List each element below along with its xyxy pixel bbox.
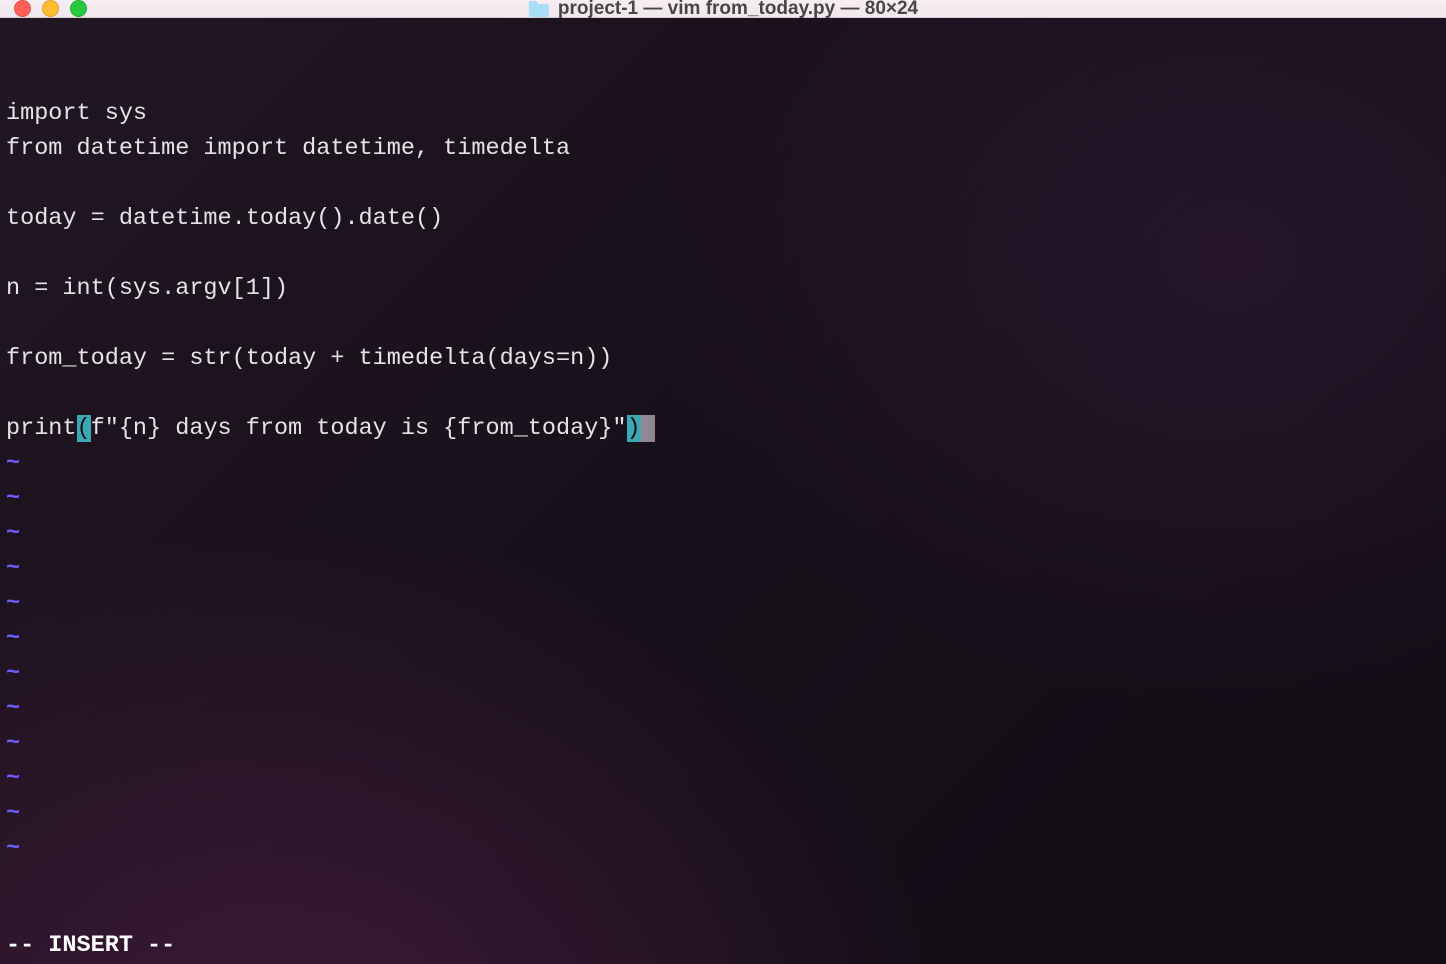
empty-line-tilde: ~ [6,831,1440,866]
empty-line-tilde: ~ [6,446,1440,481]
code-line[interactable]: import sys [6,96,1440,131]
empty-line-tilde: ~ [6,586,1440,621]
empty-line-tilde: ~ [6,551,1440,586]
vim-status-line: -- INSERT -- [6,928,175,963]
close-button[interactable] [14,0,31,17]
empty-line-tilde: ~ [6,691,1440,726]
code-line[interactable]: from datetime import datetime, timedelta [6,131,1440,166]
code-text: f"{n} days from today is {from_today}" [91,415,627,442]
empty-line-tilde: ~ [6,481,1440,516]
empty-line-tilde: ~ [6,516,1440,551]
code-line[interactable] [6,376,1440,411]
titlebar[interactable]: project-1 — vim from_today.py — 80×24 [0,0,1446,18]
terminal-body[interactable]: import sysfrom datetime import datetime,… [0,18,1446,964]
terminal-window: project-1 — vim from_today.py — 80×24 im… [0,0,1446,964]
window-title: project-1 — vim from_today.py — 80×24 [558,0,918,20]
matched-open-paren: ( [77,415,91,442]
editor-content[interactable]: import sysfrom datetime import datetime,… [6,96,1440,866]
zoom-button[interactable] [70,0,87,17]
minimize-button[interactable] [42,0,59,17]
code-text: print [6,415,77,442]
code-line[interactable]: today = datetime.today().date() [6,201,1440,236]
code-line[interactable]: from_today = str(today + timedelta(days=… [6,341,1440,376]
folder-icon [528,0,550,18]
code-line[interactable] [6,166,1440,201]
code-line[interactable]: n = int(sys.argv[1]) [6,271,1440,306]
empty-line-tilde: ~ [6,656,1440,691]
window-title-group: project-1 — vim from_today.py — 80×24 [528,0,918,20]
empty-line-tilde: ~ [6,726,1440,761]
empty-line-tilde: ~ [6,796,1440,831]
cursor [641,415,655,442]
empty-line-tilde: ~ [6,621,1440,656]
empty-line-tilde: ~ [6,761,1440,796]
code-line[interactable] [6,236,1440,271]
matched-close-paren: ) [627,415,641,442]
traffic-lights [14,0,87,17]
code-line[interactable] [6,306,1440,341]
code-line[interactable]: print(f"{n} days from today is {from_tod… [6,411,1440,446]
